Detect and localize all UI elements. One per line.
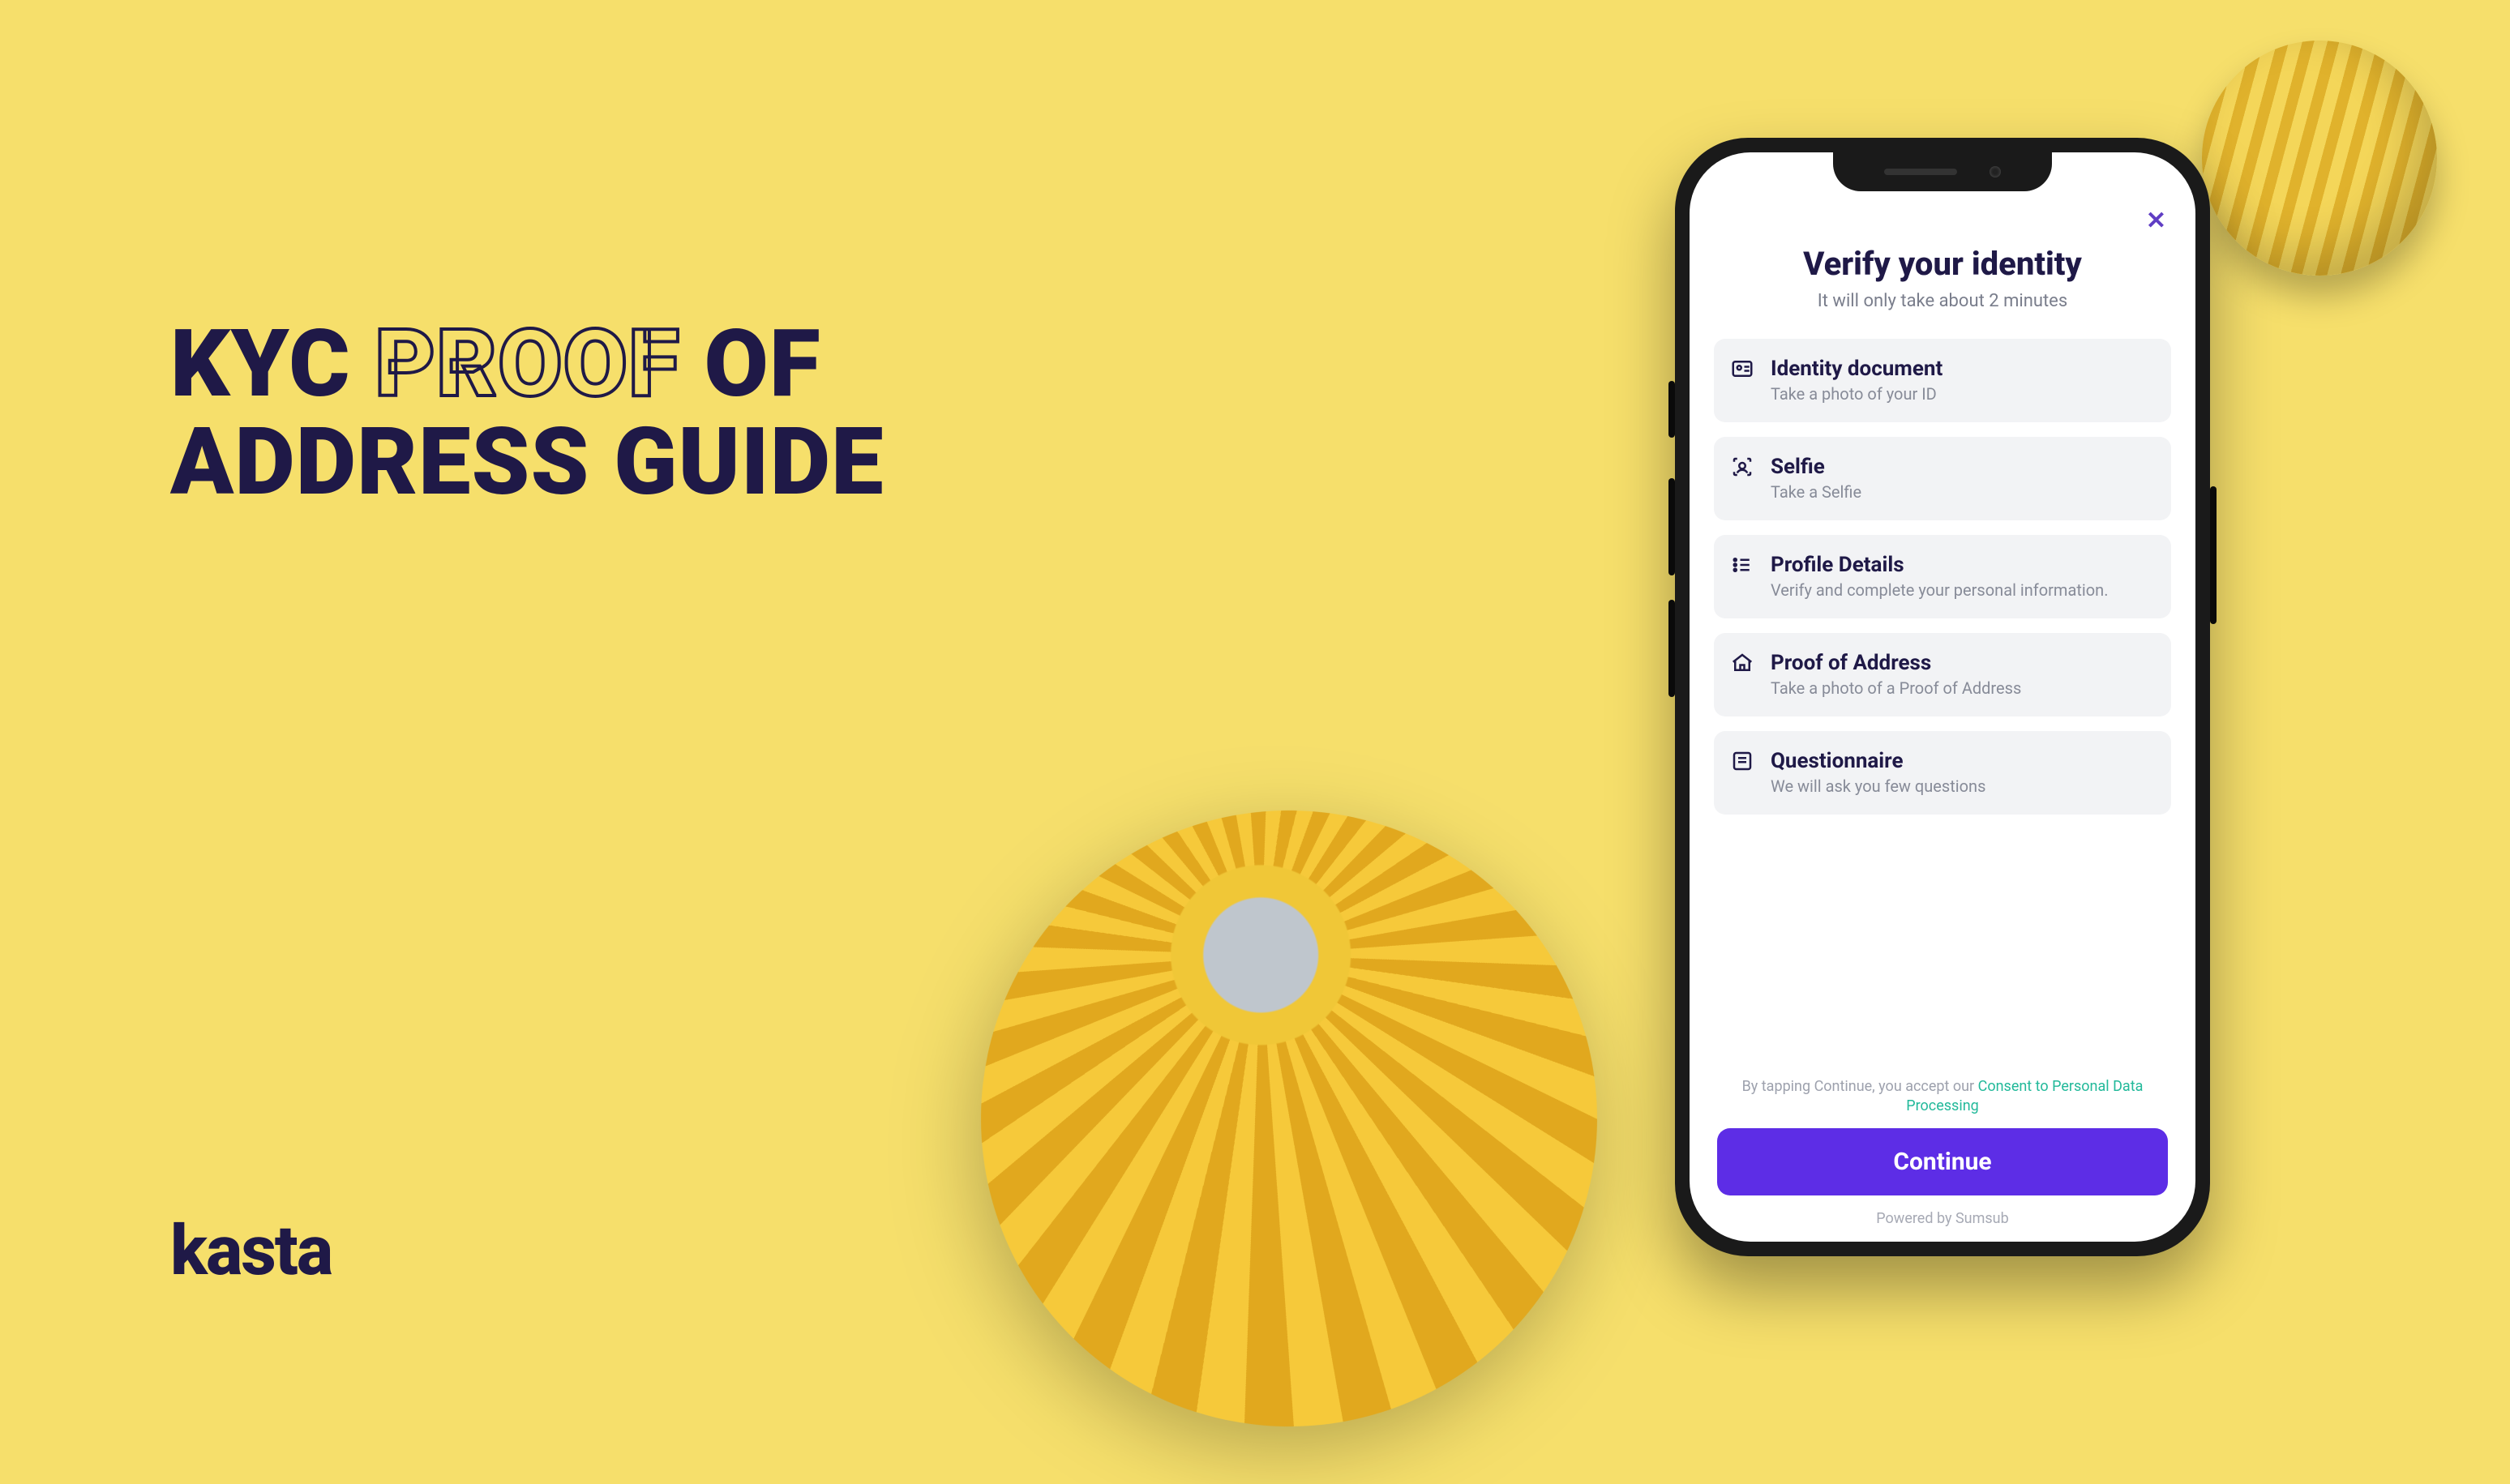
headline-word-address-guide: ADDRESS GUIDE [170,408,884,517]
phone-screen: ✕ Verify your identity It will only take… [1690,152,2195,1242]
step-title: Identity document [1771,357,2153,381]
screen-subtitle: It will only take about 2 minutes [1714,291,2171,311]
phone-volume-up [1668,478,1675,575]
id-card-icon [1730,357,1754,381]
screen-title: Verify your identity [1714,245,2171,283]
step-desc: Take a photo of a Proof of Address [1771,678,2153,699]
phone-power-button [2210,486,2217,624]
consent-pre: By tapping Continue, you accept our [1742,1078,1978,1095]
step-questionnaire[interactable]: Questionnaire We will ask you few questi… [1714,731,2171,815]
decorative-cone [923,753,1654,1483]
step-proof-of-address[interactable]: Proof of Address Take a photo of a Proof… [1714,633,2171,716]
headline-word-kyc: KYC [170,310,351,419]
phone-mockup: ✕ Verify your identity It will only take… [1675,138,2210,1256]
step-selfie[interactable]: Selfie Take a Selfie [1714,437,2171,520]
continue-button[interactable]: Continue [1717,1128,2168,1195]
brand-logo: kasta [170,1210,332,1291]
phone-side-button [1668,381,1675,438]
powered-by: Powered by Sumsub [1714,1210,2171,1227]
list-icon [1730,553,1754,577]
questionnaire-icon [1730,749,1754,773]
close-icon[interactable]: ✕ [2146,209,2166,233]
phone-volume-down [1668,600,1675,697]
step-identity-document[interactable]: Identity document Take a photo of your I… [1714,339,2171,422]
step-profile-details[interactable]: Profile Details Verify and complete your… [1714,535,2171,618]
headline-word-of: OF [705,310,821,419]
step-desc: Take a Selfie [1771,482,2153,503]
step-title: Questionnaire [1771,749,2153,773]
step-desc: We will ask you few questions [1771,776,2153,797]
phone-speaker [1884,169,1957,175]
page-headline: KYC PROOF OF ADDRESS GUIDE [170,316,884,512]
step-title: Selfie [1771,455,2153,479]
verification-steps: Identity document Take a photo of your I… [1714,339,2171,815]
home-icon [1730,651,1754,675]
phone-camera [1990,166,2001,177]
step-title: Profile Details [1771,553,2153,577]
selfie-icon [1730,455,1754,479]
step-desc: Take a photo of your ID [1771,384,2153,404]
step-desc: Verify and complete your personal inform… [1771,580,2153,601]
headline-word-proof: PROOF [375,310,680,419]
phone-notch [1833,152,2052,191]
step-title: Proof of Address [1771,651,2153,675]
consent-text: By tapping Continue, you accept our Cons… [1714,1077,2171,1128]
decorative-ball [2202,41,2437,276]
